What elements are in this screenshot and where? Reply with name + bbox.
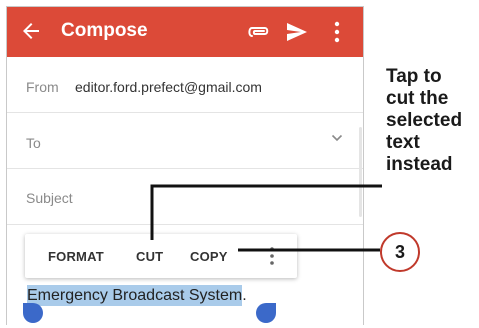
chevron-down-icon[interactable] [331, 133, 343, 143]
callout-line: Tap to [386, 66, 442, 87]
attachment-icon[interactable] [247, 21, 271, 43]
back-arrow-icon[interactable] [19, 19, 43, 43]
from-row[interactable]: From editor.ford.prefect@gmail.com [7, 57, 363, 113]
callout-line: cut the [386, 88, 449, 109]
scrollbar[interactable] [359, 127, 362, 217]
send-icon[interactable] [286, 21, 308, 43]
from-value[interactable]: editor.ford.prefect@gmail.com [75, 79, 262, 95]
compose-app-bar: Compose [7, 7, 363, 57]
callout-line: text [386, 132, 420, 153]
subject-field[interactable]: Subject [26, 190, 73, 206]
selection-start-handle[interactable] [23, 303, 43, 323]
phone-screen: Compose From editor.ford.prefect@gmail.c… [6, 6, 364, 325]
subject-row[interactable]: Subject [7, 169, 363, 225]
more-vert-icon[interactable] [332, 20, 342, 44]
step-number-badge: 3 [380, 232, 420, 272]
more-options-icon[interactable] [269, 246, 275, 266]
copy-button[interactable]: COPY [190, 249, 228, 264]
selected-text[interactable]: Emergency Broadcast System [27, 285, 243, 306]
body-trailing-text: . [242, 287, 247, 304]
callout-line: selected [386, 110, 463, 131]
callout-line: instead [386, 154, 453, 175]
selection-end-handle[interactable] [256, 303, 276, 323]
cut-button[interactable]: CUT [136, 249, 163, 264]
text-selection-toolbar: FORMAT CUT COPY [25, 234, 297, 278]
format-button[interactable]: FORMAT [48, 249, 104, 264]
from-label: From [26, 79, 59, 95]
message-body[interactable]: Emergency Broadcast System. [27, 285, 247, 311]
to-label: To [26, 135, 41, 151]
to-row[interactable]: To [7, 113, 363, 169]
callout-text: Tap to cut the selected text instead [386, 66, 478, 176]
compose-title: Compose [61, 20, 148, 41]
